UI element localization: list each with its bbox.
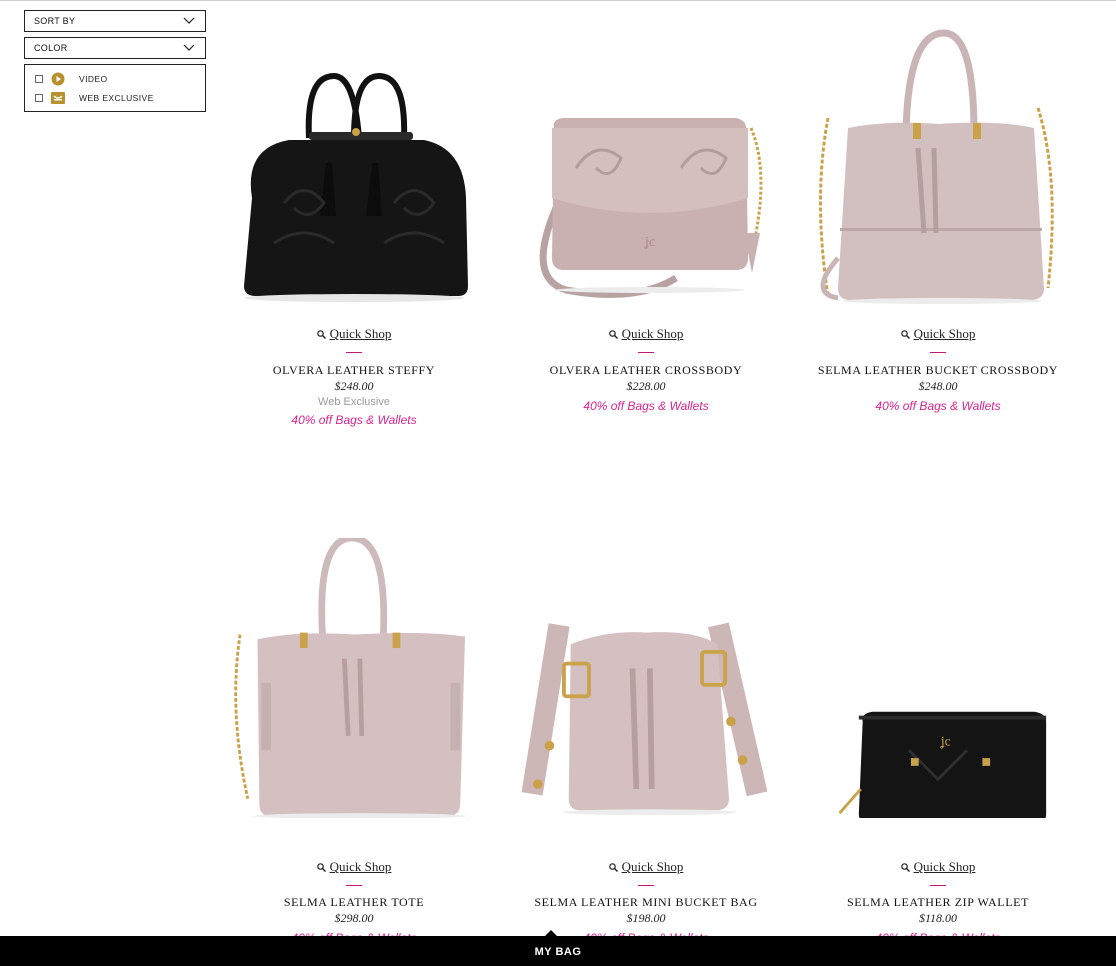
product-image[interactable] <box>506 538 786 818</box>
pink-divider <box>638 352 654 353</box>
web-exclusive-checkbox[interactable] <box>35 94 43 102</box>
promo-text: 40% off Bags & Wallets <box>291 413 417 427</box>
product-card: Quick Shop SELMA LEATHER MINI BUCKET BAG… <box>506 538 786 945</box>
promo-text: 40% off Bags & Wallets <box>583 399 709 413</box>
search-icon <box>608 863 618 872</box>
top-divider <box>0 0 1116 1</box>
search-icon <box>316 863 326 872</box>
product-image[interactable] <box>214 28 494 308</box>
product-card: ʝc Quick Shop OLVERA LEATHER CROSSBODY $… <box>506 28 786 438</box>
quick-shop-label: Quick Shop <box>913 859 976 874</box>
quick-shop-label: Quick Shop <box>329 859 392 874</box>
product-name[interactable]: SELMA LEATHER MINI BUCKET BAG <box>506 895 786 910</box>
product-name[interactable]: OLVERA LEATHER STEFFY <box>214 363 494 378</box>
quick-shop-label: Quick Shop <box>621 326 684 341</box>
product-name[interactable]: SELMA LEATHER ZIP WALLET <box>798 895 1078 910</box>
search-icon <box>900 863 910 872</box>
product-card: Quick Shop SELMA LEATHER TOTE $298.00 40… <box>214 538 494 945</box>
quick-shop-link[interactable]: Quick Shop <box>506 326 786 342</box>
search-icon <box>608 330 618 339</box>
promo-text: 40% off Bags & Wallets <box>875 399 1001 413</box>
chevron-down-icon <box>183 17 195 24</box>
pink-divider <box>930 352 946 353</box>
bag-bar-notch <box>545 930 557 936</box>
filter-panel: SORT BY COLOR VIDEO WEB EXCLUSIVE <box>24 10 206 112</box>
svg-text:ʝc: ʝc <box>940 734 951 749</box>
quick-shop-link[interactable]: Quick Shop <box>214 326 494 342</box>
chevron-down-icon <box>183 44 195 51</box>
product-price: $198.00 <box>626 911 666 925</box>
sort-by-dropdown[interactable]: SORT BY <box>24 10 206 32</box>
web-exclusive-badge: Web Exclusive <box>318 396 390 408</box>
product-image[interactable] <box>798 28 1078 308</box>
product-card: Quick Shop OLVERA LEATHER STEFFY $248.00… <box>214 28 494 438</box>
product-name[interactable]: SELMA LEATHER BUCKET CROSSBODY <box>798 363 1078 378</box>
pink-divider <box>930 885 946 886</box>
product-price: $298.00 <box>334 911 374 925</box>
facet-web-exclusive[interactable]: WEB EXCLUSIVE <box>25 90 205 109</box>
quick-shop-link[interactable]: Quick Shop <box>214 859 494 875</box>
product-name[interactable]: OLVERA LEATHER CROSSBODY <box>506 363 786 378</box>
svg-text:ʝc: ʝc <box>644 235 655 250</box>
product-image[interactable]: ʝc <box>506 28 786 308</box>
quick-shop-label: Quick Shop <box>621 859 684 874</box>
color-label: COLOR <box>34 43 68 53</box>
quick-shop-link[interactable]: Quick Shop <box>506 859 786 875</box>
quick-shop-label: Quick Shop <box>913 326 976 341</box>
pink-divider <box>346 352 362 353</box>
video-checkbox[interactable] <box>35 75 43 83</box>
product-image[interactable]: ʝc <box>798 538 1078 818</box>
color-dropdown[interactable]: COLOR <box>24 37 206 59</box>
pink-divider <box>638 885 654 886</box>
quick-shop-link[interactable]: Quick Shop <box>798 326 1078 342</box>
product-name[interactable]: SELMA LEATHER TOTE <box>214 895 494 910</box>
product-price: $228.00 <box>626 379 666 393</box>
product-price: $118.00 <box>918 911 958 925</box>
product-price: $248.00 <box>334 379 374 393</box>
facet-web-exclusive-label: WEB EXCLUSIVE <box>79 93 154 103</box>
quick-shop-link[interactable]: Quick Shop <box>798 859 1078 875</box>
my-bag-bar[interactable]: MY BAG <box>0 930 1116 966</box>
product-image[interactable] <box>214 538 494 818</box>
web-exclusive-icon <box>51 92 65 104</box>
facet-filters: VIDEO WEB EXCLUSIVE <box>24 64 206 112</box>
product-card: Quick Shop SELMA LEATHER BUCKET CROSSBOD… <box>798 28 1078 438</box>
facet-video[interactable]: VIDEO <box>25 71 205 90</box>
quick-shop-label: Quick Shop <box>329 326 392 341</box>
search-icon <box>316 330 326 339</box>
pink-divider <box>346 885 362 886</box>
product-card: ʝc Quick Shop SELMA LEATHER ZIP WALLET $… <box>798 538 1078 945</box>
facet-video-label: VIDEO <box>79 74 108 84</box>
sort-by-label: SORT BY <box>34 16 76 26</box>
play-icon <box>51 72 65 86</box>
my-bag-label: MY BAG <box>534 946 582 958</box>
product-price: $248.00 <box>918 379 958 393</box>
search-icon <box>900 330 910 339</box>
